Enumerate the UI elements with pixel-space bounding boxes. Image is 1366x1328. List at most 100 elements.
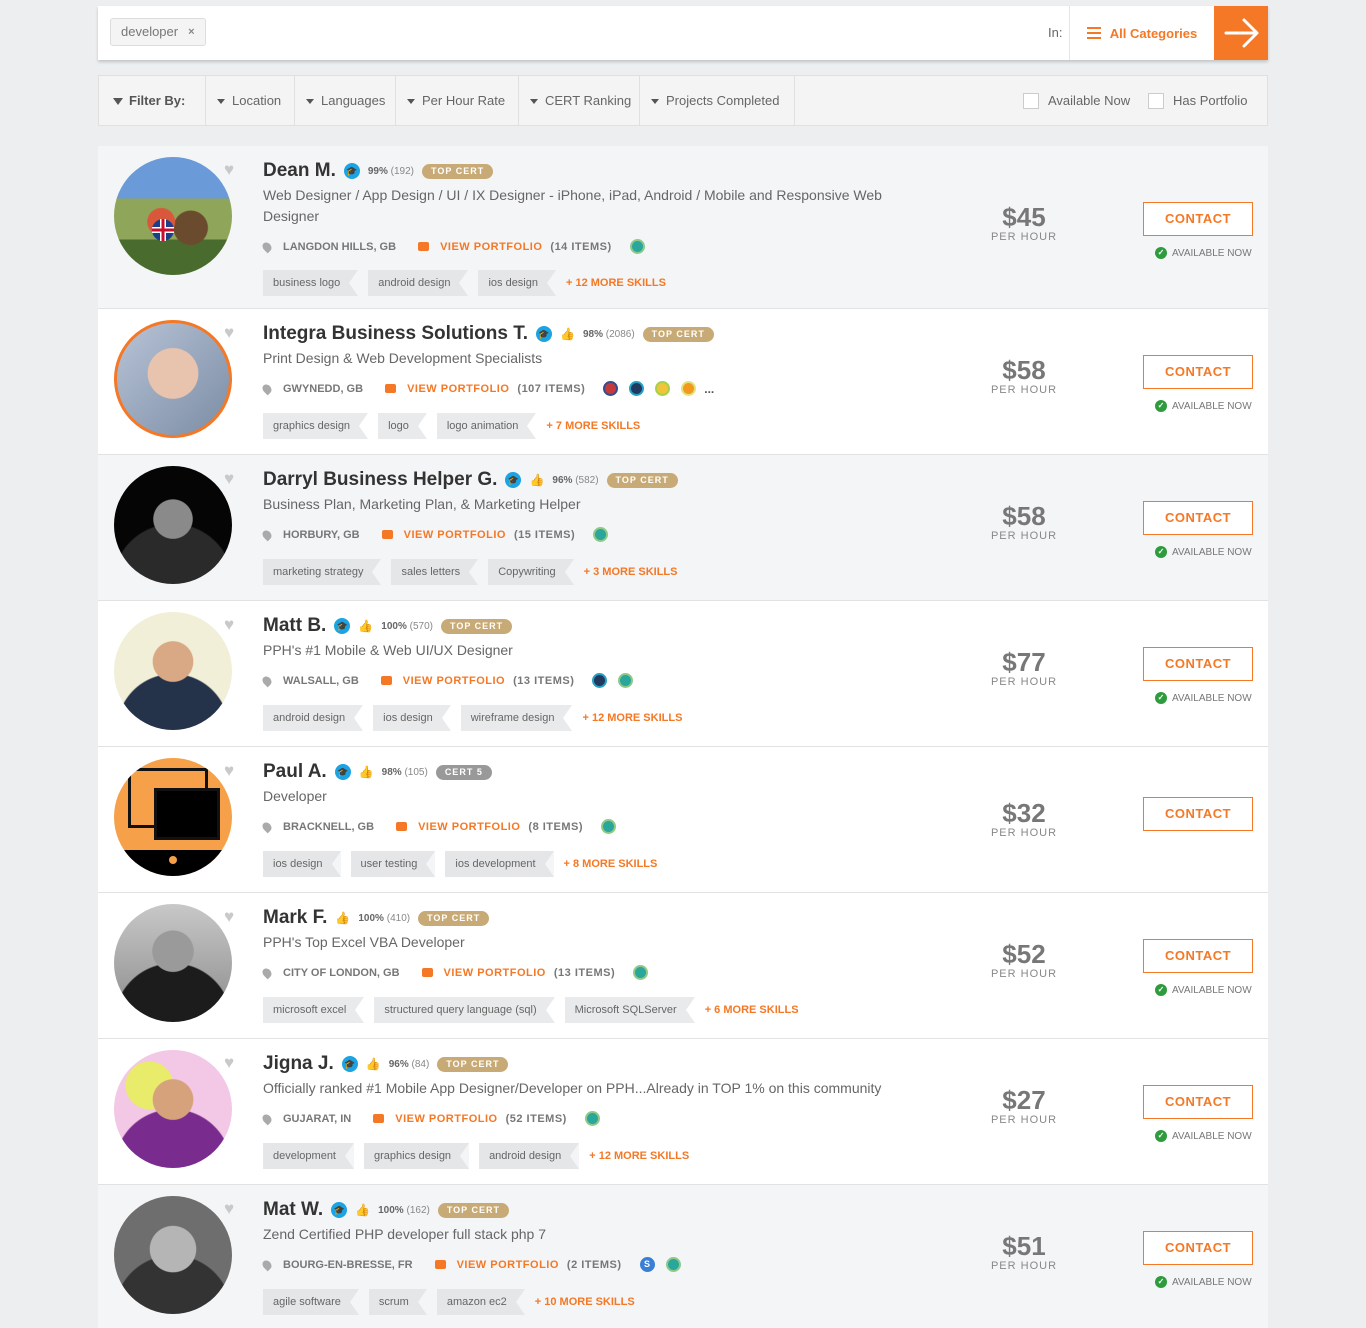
filter-languages[interactable]: Languages xyxy=(295,76,396,125)
achievement-badge-icon[interactable] xyxy=(665,1257,681,1272)
avatar[interactable] xyxy=(114,466,232,584)
freelancer-name[interactable]: Mark F. xyxy=(263,907,327,929)
avatar[interactable] xyxy=(114,1196,232,1314)
achievement-badge-icon[interactable] xyxy=(629,381,645,396)
more-skills-link[interactable]: + 10 MORE SKILLS xyxy=(535,1296,635,1308)
avatar[interactable] xyxy=(114,904,232,1022)
checkbox-box[interactable] xyxy=(1148,92,1164,109)
achievement-badge-icon[interactable] xyxy=(681,381,697,396)
s-badge-icon[interactable]: S xyxy=(639,1257,655,1272)
skill-tag[interactable]: ios design xyxy=(373,705,451,731)
view-portfolio-link[interactable]: VIEW PORTFOLIO xyxy=(404,529,506,541)
contact-button[interactable]: CONTACT xyxy=(1143,939,1253,973)
filter-per-hour-rate[interactable]: Per Hour Rate xyxy=(396,76,519,125)
favorite-heart-icon[interactable]: ♥ xyxy=(224,469,234,489)
achievement-badge-icon[interactable] xyxy=(633,965,649,980)
avatar[interactable] xyxy=(114,1050,232,1168)
freelancer-name[interactable]: Matt B. xyxy=(263,615,326,637)
skill-tag[interactable]: user testing xyxy=(350,851,436,877)
avatar[interactable] xyxy=(114,758,232,876)
contact-button[interactable]: CONTACT xyxy=(1143,501,1253,535)
favorite-heart-icon[interactable]: ♥ xyxy=(224,907,234,927)
favorite-heart-icon[interactable]: ♥ xyxy=(224,160,234,180)
achievement-badge-icon[interactable] xyxy=(603,381,619,396)
filter-cert-ranking[interactable]: CERT Ranking xyxy=(519,76,640,125)
skill-tag[interactable]: android design xyxy=(368,270,469,296)
skill-tag[interactable]: business logo xyxy=(263,270,359,296)
view-portfolio-link[interactable]: VIEW PORTFOLIO xyxy=(444,967,546,979)
contact-button[interactable]: CONTACT xyxy=(1143,202,1253,236)
thumbs-up-icon: 👍 xyxy=(358,619,374,633)
skill-tag[interactable]: structured query language (sql) xyxy=(374,997,555,1023)
favorite-heart-icon[interactable]: ♥ xyxy=(224,1199,234,1219)
favorite-heart-icon[interactable]: ♥ xyxy=(224,323,234,343)
skill-tag[interactable]: android design xyxy=(479,1143,580,1169)
freelancer-name[interactable]: Dean M. xyxy=(263,160,336,182)
view-portfolio-link[interactable]: VIEW PORTFOLIO xyxy=(457,1259,559,1271)
skill-tag[interactable]: microsoft excel xyxy=(263,997,365,1023)
contact-button[interactable]: CONTACT xyxy=(1143,1231,1253,1265)
available-now-checkbox[interactable]: Available Now xyxy=(1023,76,1130,125)
skill-tag[interactable]: sales letters xyxy=(391,559,479,585)
chip-close-icon[interactable]: × xyxy=(188,19,194,45)
view-portfolio-link[interactable]: VIEW PORTFOLIO xyxy=(395,1113,497,1125)
achievement-badge-icon[interactable] xyxy=(584,1111,600,1126)
achievement-badge-icon[interactable] xyxy=(655,381,671,396)
more-skills-link[interactable]: + 7 MORE SKILLS xyxy=(546,420,640,432)
freelancer-name[interactable]: Jigna J. xyxy=(263,1053,334,1075)
search-submit-button[interactable] xyxy=(1214,6,1268,60)
skill-tag[interactable]: wireframe design xyxy=(460,705,573,731)
achievement-badge-icon[interactable] xyxy=(592,673,608,688)
contact-button[interactable]: CONTACT xyxy=(1143,797,1253,831)
skill-tag[interactable]: graphics design xyxy=(364,1143,470,1169)
skill-tag[interactable]: agile software xyxy=(263,1289,359,1315)
skill-tag[interactable]: Microsoft SQLServer xyxy=(564,997,695,1023)
view-portfolio-link[interactable]: VIEW PORTFOLIO xyxy=(407,383,509,395)
skill-tag[interactable]: logo xyxy=(378,413,427,439)
favorite-heart-icon[interactable]: ♥ xyxy=(224,761,234,781)
has-portfolio-checkbox[interactable]: Has Portfolio xyxy=(1148,76,1247,125)
favorite-heart-icon[interactable]: ♥ xyxy=(224,1053,234,1073)
view-portfolio-link[interactable]: VIEW PORTFOLIO xyxy=(440,241,542,253)
freelancer-name[interactable]: Darryl Business Helper G. xyxy=(263,469,497,491)
more-skills-link[interactable]: + 12 MORE SKILLS xyxy=(589,1150,689,1162)
favorite-heart-icon[interactable]: ♥ xyxy=(224,615,234,635)
skill-tag[interactable]: logo animation xyxy=(436,413,537,439)
category-dropdown[interactable]: All Categories xyxy=(1069,6,1214,60)
more-skills-link[interactable]: + 3 MORE SKILLS xyxy=(584,566,678,578)
achievement-badge-icon[interactable] xyxy=(618,673,634,688)
view-portfolio-link[interactable]: VIEW PORTFOLIO xyxy=(403,675,505,687)
skill-tag[interactable]: ios design xyxy=(263,851,341,877)
skill-tag[interactable]: Copywriting xyxy=(488,559,575,585)
skill-tag[interactable]: scrum xyxy=(368,1289,427,1315)
skill-tag[interactable]: amazon ec2 xyxy=(436,1289,525,1315)
contact-button[interactable]: CONTACT xyxy=(1143,1085,1253,1119)
achievement-badge-icon[interactable] xyxy=(593,527,609,542)
filter-location[interactable]: Location xyxy=(206,76,295,125)
avatar[interactable] xyxy=(114,320,232,438)
skill-tag[interactable]: marketing strategy xyxy=(263,559,382,585)
more-skills-link[interactable]: + 6 MORE SKILLS xyxy=(705,1004,799,1016)
skill-tag[interactable]: ios design xyxy=(478,270,556,296)
skill-tag[interactable]: development xyxy=(263,1143,354,1169)
view-portfolio-link[interactable]: VIEW PORTFOLIO xyxy=(418,821,520,833)
contact-button[interactable]: CONTACT xyxy=(1143,355,1253,389)
skill-tag[interactable]: ios development xyxy=(445,851,554,877)
freelancer-name[interactable]: Mat W. xyxy=(263,1199,323,1221)
achievement-badge-icon[interactable] xyxy=(601,819,617,834)
freelancer-name[interactable]: Integra Business Solutions T. xyxy=(263,323,528,345)
avatar[interactable] xyxy=(114,157,232,275)
more-skills-link[interactable]: + 12 MORE SKILLS xyxy=(582,712,682,724)
filter-projects-completed[interactable]: Projects Completed xyxy=(640,76,795,125)
contact-button[interactable]: CONTACT xyxy=(1143,647,1253,681)
avatar[interactable] xyxy=(114,612,232,730)
more-skills-link[interactable]: + 8 MORE SKILLS xyxy=(564,858,658,870)
achievement-badge-icon[interactable] xyxy=(629,239,645,254)
skill-tag[interactable]: android design xyxy=(263,705,364,731)
checkbox-box[interactable] xyxy=(1023,92,1039,109)
more-badges-indicator[interactable]: ... xyxy=(704,382,714,396)
more-skills-link[interactable]: + 12 MORE SKILLS xyxy=(566,277,666,289)
search-chip[interactable]: developer × xyxy=(110,18,206,46)
freelancer-name[interactable]: Paul A. xyxy=(263,761,327,783)
skill-tag[interactable]: graphics design xyxy=(263,413,369,439)
